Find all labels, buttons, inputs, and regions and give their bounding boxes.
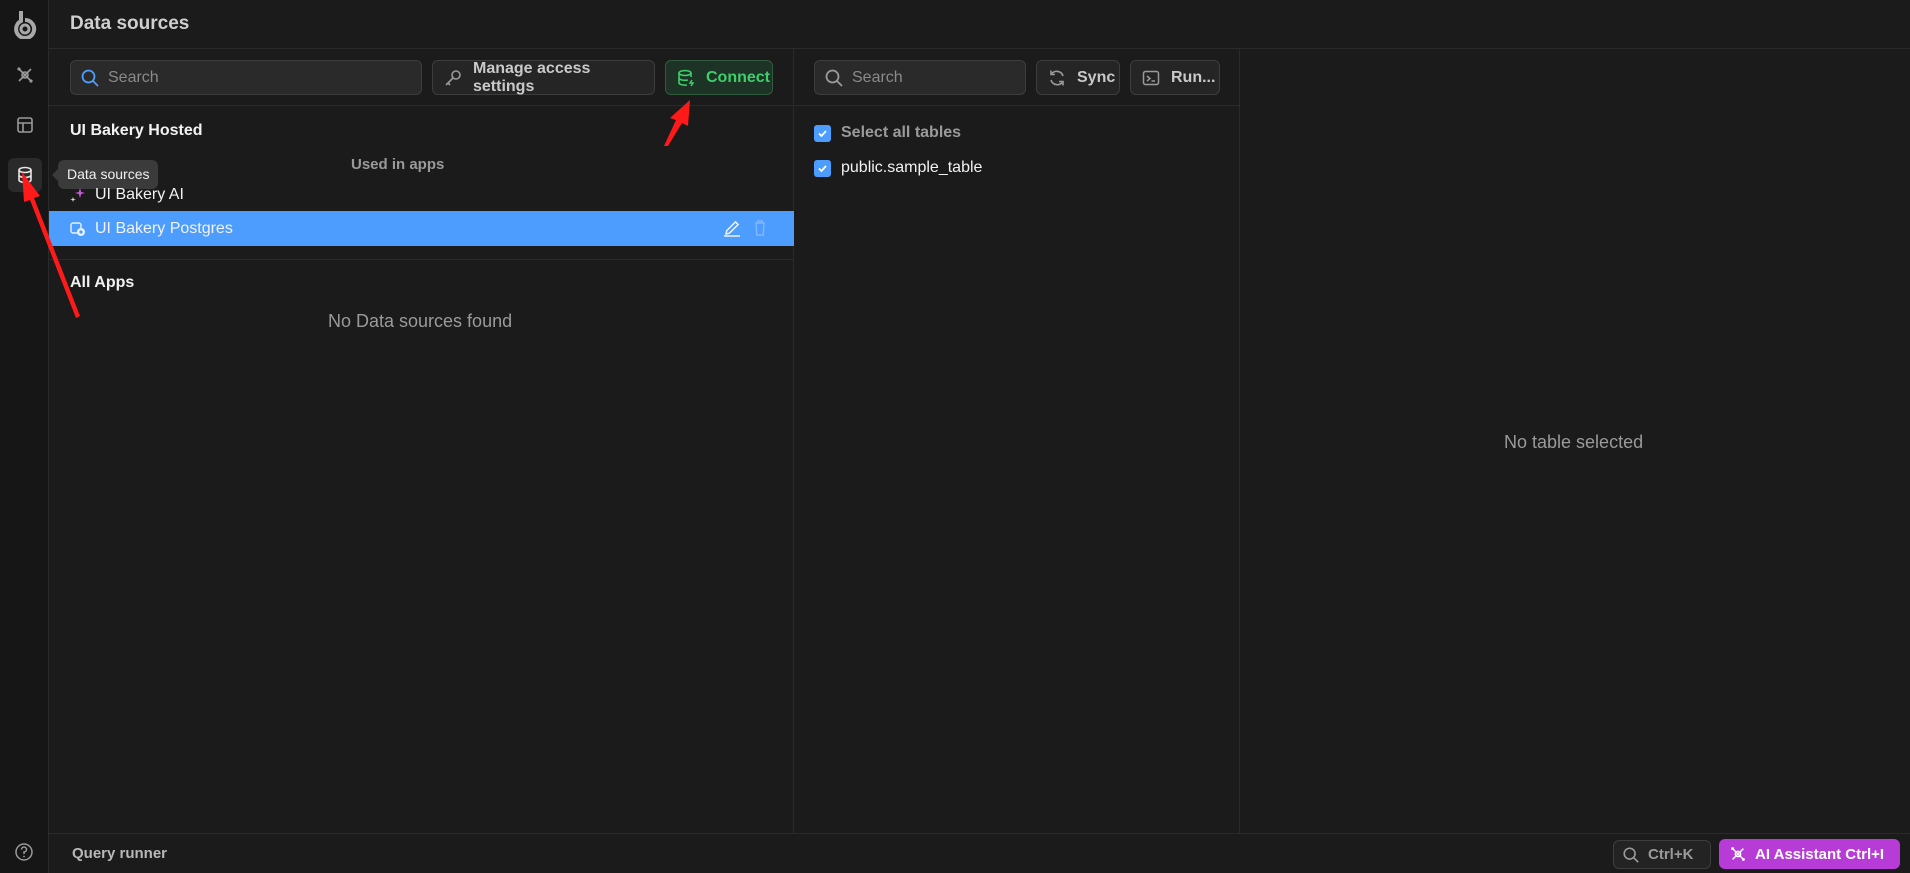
table-label: public.sample_table [841,159,983,176]
search-icon [81,69,99,87]
search-icon [1623,846,1639,863]
connect-label: Connect [706,68,770,86]
sync-button[interactable]: Sync [1036,60,1120,95]
run-label: Run... [1171,68,1216,86]
search-icon [825,69,843,87]
ai-sparkle-icon [1731,847,1745,861]
sources-search[interactable] [70,60,422,95]
rail-ai-button[interactable] [8,58,42,92]
table-detail-panel: No table selected [1240,49,1910,833]
key-icon [445,69,461,86]
used-in-apps-label: Used in apps [351,156,445,173]
shortcut-label: Ctrl+K [1648,846,1694,863]
refresh-icon [1050,70,1064,85]
sync-label: Sync [1077,68,1116,86]
ai-sparkle-icon [17,67,33,83]
delete-icon[interactable] [750,218,770,238]
left-rail: Data sources [0,0,159,873]
tables-toolbar: Sync Run... [794,49,1239,106]
ai-assistant-label: AI Assistant Ctrl+I [1755,845,1885,863]
query-runner-toggle[interactable]: Query runner [72,845,167,862]
page-header: Data sources [49,0,1910,49]
row-actions [722,218,770,238]
app-root: Data sources Data sources Manag [0,0,1910,873]
footer-bar: Query runner Ctrl+K AI Assistant Ctrl+I [49,833,1910,873]
annotation-arrow-icon [22,172,80,318]
command-search-button[interactable]: Ctrl+K [1613,840,1711,869]
select-all-label: Select all tables [841,124,962,141]
terminal-icon [1142,70,1160,85]
tables-panel: Sync Run... Select all tables public.sam… [794,49,1240,833]
table-checkbox[interactable] [814,159,831,177]
select-all-row[interactable]: Select all tables [814,124,961,142]
database-plus-icon [678,69,695,86]
data-source-label: UI Bakery AI [95,185,184,203]
data-source-label: UI Bakery Postgres [95,219,233,237]
section-divider [49,259,794,260]
edit-icon[interactable] [722,218,742,238]
manage-access-button[interactable]: Manage access settings [432,60,655,95]
no-table-selected-text: No table selected [1504,432,1644,452]
connect-button[interactable]: Connect [665,60,773,95]
manage-access-label: Manage access settings [473,59,591,95]
checkmark-icon [818,129,827,137]
logo-icon[interactable] [12,9,38,39]
table-icon [17,117,33,133]
select-all-checkbox[interactable] [814,124,831,142]
run-button[interactable]: Run... [1130,60,1220,95]
tables-search[interactable] [814,60,1026,95]
tables-search-input[interactable] [852,68,1025,87]
data-source-item-ai[interactable]: UI Bakery AI [49,177,794,212]
table-row[interactable]: public.sample_table [814,159,982,177]
hosted-section-title: UI Bakery Hosted [70,122,203,139]
help-icon[interactable] [14,842,34,862]
annotation-arrow-icon [664,100,690,146]
ai-assistant-button[interactable]: AI Assistant Ctrl+I [1719,839,1900,869]
page-title: Data sources [70,13,190,34]
data-source-item-postgres[interactable]: UI Bakery Postgres [49,211,794,246]
no-sources-text: No Data sources found [328,311,513,331]
checkmark-icon [818,164,827,172]
sources-search-input[interactable] [108,68,421,87]
data-sources-panel: Manage access settings Connect UI Bakery… [49,49,794,833]
rail-tables-button[interactable] [8,108,42,142]
